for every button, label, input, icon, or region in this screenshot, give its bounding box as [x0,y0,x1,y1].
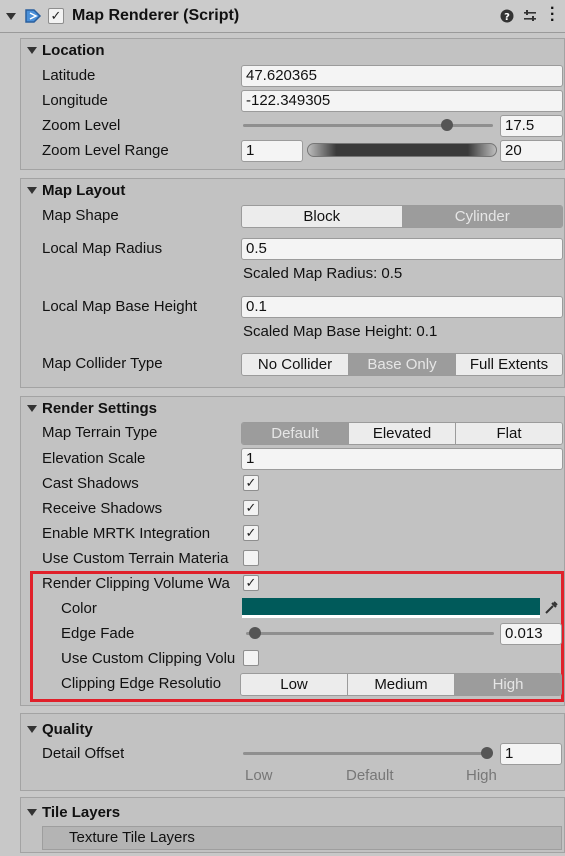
detail-offset-slider-thumb[interactable] [481,747,493,759]
location-title: Location [42,42,105,59]
map-layout-foldout-icon[interactable] [27,187,37,194]
tick-high: High [466,767,497,784]
zoom-level-label: Zoom Level [42,117,121,134]
zoom-range-slider[interactable] [307,143,497,157]
script-icon [25,9,42,23]
clipping-volume-checkbox[interactable]: ✓ [243,575,259,591]
receive-shadows-label: Receive Shadows [42,500,163,517]
component-header: ✓ Map Renderer (Script) ? · · · [0,0,565,33]
detail-offset-field[interactable]: 1 [500,743,562,765]
terrain-type-toggle: Default Elevated Flat [241,422,563,445]
more-options-icon[interactable]: · · · [550,1,555,29]
map-shape-block[interactable]: Block [242,206,403,227]
cast-shadows-checkbox[interactable]: ✓ [243,475,259,491]
location-foldout-icon[interactable] [27,47,37,54]
map-shape-label: Map Shape [42,207,119,224]
zoom-slider-thumb[interactable] [440,119,453,131]
zoom-level-field[interactable]: 17.5 [500,115,563,137]
edge-resolution-high[interactable]: High [455,674,561,695]
terrain-type-label: Map Terrain Type [42,424,158,441]
zoom-slider-track[interactable] [243,124,493,127]
custom-terrain-material-checkbox[interactable] [243,550,259,566]
mrtk-label: Enable MRTK Integration [42,525,211,542]
longitude-field[interactable]: -122.349305 [241,90,563,112]
edge-resolution-medium[interactable]: Medium [348,674,455,695]
collider-type-toggle: No Collider Base Only Full Extents [241,353,563,376]
mrtk-checkbox[interactable]: ✓ [243,525,259,541]
tick-default: Default [346,767,394,784]
zoom-max-field[interactable]: 20 [500,140,563,162]
help-icon[interactable]: ? [500,9,514,23]
color-label: Color [61,600,97,617]
component-title: Map Renderer (Script) [72,7,240,24]
receive-shadows-checkbox[interactable]: ✓ [243,500,259,516]
base-height-field[interactable]: 0.1 [241,296,563,318]
detail-offset-slider-track[interactable] [243,752,493,755]
longitude-label: Longitude [42,92,108,109]
quality-foldout-icon[interactable] [27,726,37,733]
scaled-map-radius-text: Scaled Map Radius: 0.5 [243,265,403,282]
quality-title: Quality [42,721,93,738]
latitude-field[interactable]: 47.620365 [241,65,563,87]
elevation-scale-field[interactable]: 1 [241,448,563,470]
texture-tile-layers-label: Texture Tile Layers [69,829,195,846]
scaled-base-height-text: Scaled Map Base Height: 0.1 [243,323,438,340]
tile-layers-title: Tile Layers [42,804,121,821]
edge-fade-label: Edge Fade [61,625,135,642]
map-layout-title: Map Layout [42,182,126,199]
detail-offset-label: Detail Offset [42,745,125,762]
latitude-label: Latitude [42,67,96,84]
eyedropper-icon[interactable] [543,600,559,616]
local-map-radius-label: Local Map Radius [42,240,163,257]
component-enabled-checkbox[interactable]: ✓ [48,8,64,24]
edge-fade-field[interactable]: 0.013 [500,623,562,645]
terrain-flat[interactable]: Flat [456,423,562,444]
collider-type-label: Map Collider Type [42,355,163,372]
local-map-radius-field[interactable]: 0.5 [241,238,563,260]
edge-fade-slider-thumb[interactable] [249,627,262,639]
zoom-min-field[interactable]: 1 [241,140,303,162]
collider-no-collider[interactable]: No Collider [242,354,349,375]
edge-fade-slider-track[interactable] [246,632,494,635]
collider-full-extents[interactable]: Full Extents [456,354,562,375]
base-height-label: Local Map Base Height [42,298,198,315]
edge-resolution-low[interactable]: Low [241,674,348,695]
svg-text:?: ? [504,12,510,23]
zoom-range-label: Zoom Level Range [42,142,169,159]
custom-clipping-checkbox[interactable] [243,650,259,666]
render-settings-title: Render Settings [42,400,158,417]
map-shape-toggle: Block Cylinder [241,205,563,228]
color-swatch[interactable] [242,598,540,618]
tile-layers-foldout-icon[interactable] [27,809,37,816]
custom-clipping-label: Use Custom Clipping Volu [61,650,236,667]
map-shape-cylinder[interactable]: Cylinder [402,206,562,227]
custom-terrain-material-label: Use Custom Terrain Materia [42,550,229,567]
collider-base-only[interactable]: Base Only [349,354,456,375]
terrain-default[interactable]: Default [242,423,349,444]
render-settings-foldout-icon[interactable] [27,405,37,412]
edge-resolution-label: Clipping Edge Resolutio [61,675,222,692]
presets-icon[interactable] [523,9,537,23]
foldout-arrow-icon[interactable] [6,13,16,20]
terrain-elevated[interactable]: Elevated [349,423,456,444]
elevation-scale-label: Elevation Scale [42,450,146,467]
tick-low: Low [245,767,273,784]
edge-resolution-toggle: Low Medium High [240,673,562,696]
clipping-volume-label: Render Clipping Volume Wa [42,575,230,592]
cast-shadows-label: Cast Shadows [42,475,139,492]
